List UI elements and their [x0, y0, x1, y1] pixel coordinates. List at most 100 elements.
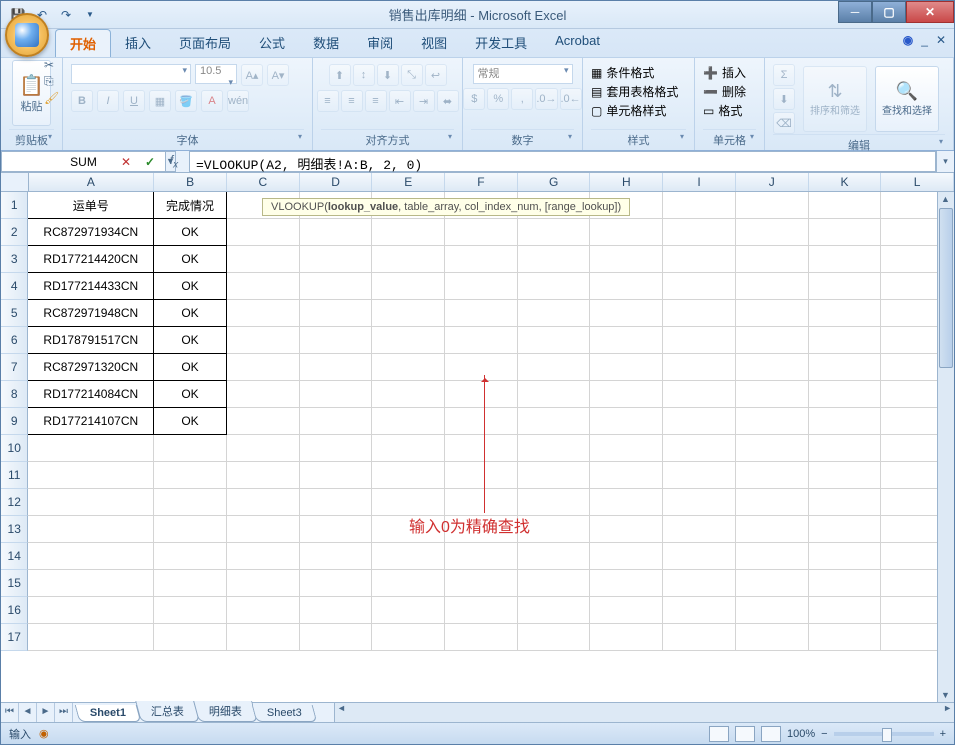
row-header-1[interactable]: 1 [1, 192, 28, 219]
cell-D13[interactable] [300, 516, 373, 543]
ribbon-tab-2[interactable]: 页面布局 [165, 29, 245, 57]
sheet-prev-icon[interactable]: ◄ [19, 703, 37, 722]
cell-E11[interactable] [372, 462, 445, 489]
cell-J4[interactable] [736, 273, 809, 300]
cell-I1[interactable] [663, 192, 736, 219]
bold-button[interactable]: B [71, 90, 93, 112]
sheet-first-icon[interactable]: ⏮ [1, 703, 19, 722]
cell-B13[interactable] [154, 516, 227, 543]
cell-K1[interactable] [809, 192, 882, 219]
horizontal-scrollbar[interactable] [334, 703, 954, 722]
cell-F5[interactable] [445, 300, 518, 327]
zoom-level[interactable]: 100% [787, 728, 815, 740]
row-header-8[interactable]: 8 [1, 381, 28, 408]
cell-J12[interactable] [736, 489, 809, 516]
col-header-F[interactable]: F [445, 173, 518, 191]
cell-H6[interactable] [590, 327, 663, 354]
col-header-D[interactable]: D [300, 173, 373, 191]
sheet-tab-2[interactable]: 明细表 [193, 701, 258, 722]
cell-I11[interactable] [663, 462, 736, 489]
wrap-text-icon[interactable]: ↩ [425, 64, 447, 86]
cell-H4[interactable] [590, 273, 663, 300]
align-center-icon[interactable]: ≡ [341, 90, 363, 112]
cell-K4[interactable] [809, 273, 882, 300]
cell-E8[interactable] [372, 381, 445, 408]
cell-A9[interactable]: RD177214107CN [28, 408, 154, 435]
cell-F9[interactable] [445, 408, 518, 435]
cell-F10[interactable] [445, 435, 518, 462]
sheet-last-icon[interactable]: ⏭ [55, 703, 73, 722]
fill-icon[interactable]: ⬇ [773, 88, 795, 110]
cell-E2[interactable] [372, 219, 445, 246]
cell-I13[interactable] [663, 516, 736, 543]
cell-H8[interactable] [590, 381, 663, 408]
cell-I7[interactable] [663, 354, 736, 381]
cell-F6[interactable] [445, 327, 518, 354]
normal-view-icon[interactable] [709, 726, 729, 742]
minimize-ribbon-icon[interactable]: _ [921, 33, 928, 47]
cell-G10[interactable] [518, 435, 591, 462]
cell-H16[interactable] [590, 597, 663, 624]
cell-G11[interactable] [518, 462, 591, 489]
row-header-12[interactable]: 12 [1, 489, 28, 516]
cell-B11[interactable] [154, 462, 227, 489]
cell-F2[interactable] [445, 219, 518, 246]
cell-J9[interactable] [736, 408, 809, 435]
currency-icon[interactable]: $ [463, 88, 485, 110]
cell-I12[interactable] [663, 489, 736, 516]
cell-G12[interactable] [518, 489, 591, 516]
vertical-scrollbar[interactable] [937, 192, 954, 702]
col-header-E[interactable]: E [372, 173, 445, 191]
cell-G7[interactable] [518, 354, 591, 381]
cell-H7[interactable] [590, 354, 663, 381]
cell-J1[interactable] [736, 192, 809, 219]
cell-D8[interactable] [300, 381, 373, 408]
cell-K9[interactable] [809, 408, 882, 435]
cell-F14[interactable] [445, 543, 518, 570]
cell-C11[interactable] [227, 462, 300, 489]
cell-C15[interactable] [227, 570, 300, 597]
select-all-corner[interactable] [1, 173, 29, 191]
macro-record-icon[interactable]: ◉ [39, 727, 49, 740]
row-header-10[interactable]: 10 [1, 435, 28, 462]
cell-D14[interactable] [300, 543, 373, 570]
row-header-17[interactable]: 17 [1, 624, 28, 651]
cell-A1[interactable]: 运单号 [28, 192, 154, 219]
cell-D16[interactable] [300, 597, 373, 624]
app-close-icon[interactable]: ✕ [936, 33, 946, 47]
cell-C4[interactable] [227, 273, 300, 300]
row-header-16[interactable]: 16 [1, 597, 28, 624]
decrease-decimal-icon[interactable]: .0← [560, 88, 582, 110]
cell-B4[interactable]: OK [154, 273, 227, 300]
cell-A8[interactable]: RD177214084CN [28, 381, 154, 408]
cell-G14[interactable] [518, 543, 591, 570]
cell-F8[interactable] [445, 381, 518, 408]
cell-C16[interactable] [227, 597, 300, 624]
cut-icon[interactable]: ✂ [44, 58, 59, 72]
cell-I5[interactable] [663, 300, 736, 327]
number-format-combo[interactable]: 常规 [473, 64, 573, 84]
sheet-tab-3[interactable]: Sheet3 [252, 705, 317, 722]
group-font[interactable]: 字体 [71, 129, 304, 150]
cell-C3[interactable] [227, 246, 300, 273]
cell-C6[interactable] [227, 327, 300, 354]
col-header-K[interactable]: K [809, 173, 882, 191]
cell-A5[interactable]: RC872971948CN [28, 300, 154, 327]
cell-J6[interactable] [736, 327, 809, 354]
cell-J16[interactable] [736, 597, 809, 624]
cell-G9[interactable] [518, 408, 591, 435]
orientation-icon[interactable]: ⤡ [401, 64, 423, 86]
cell-G5[interactable] [518, 300, 591, 327]
row-header-13[interactable]: 13 [1, 516, 28, 543]
insert-cells-button[interactable]: ➕插入 [703, 64, 746, 81]
cell-B17[interactable] [154, 624, 227, 651]
cell-A10[interactable] [28, 435, 154, 462]
cell-D15[interactable] [300, 570, 373, 597]
cancel-formula-icon[interactable]: ✕ [115, 155, 137, 169]
cell-A2[interactable]: RC872971934CN [28, 219, 154, 246]
cell-I2[interactable] [663, 219, 736, 246]
cell-K12[interactable] [809, 489, 882, 516]
cell-A17[interactable] [28, 624, 154, 651]
cell-J2[interactable] [736, 219, 809, 246]
cell-D10[interactable] [300, 435, 373, 462]
